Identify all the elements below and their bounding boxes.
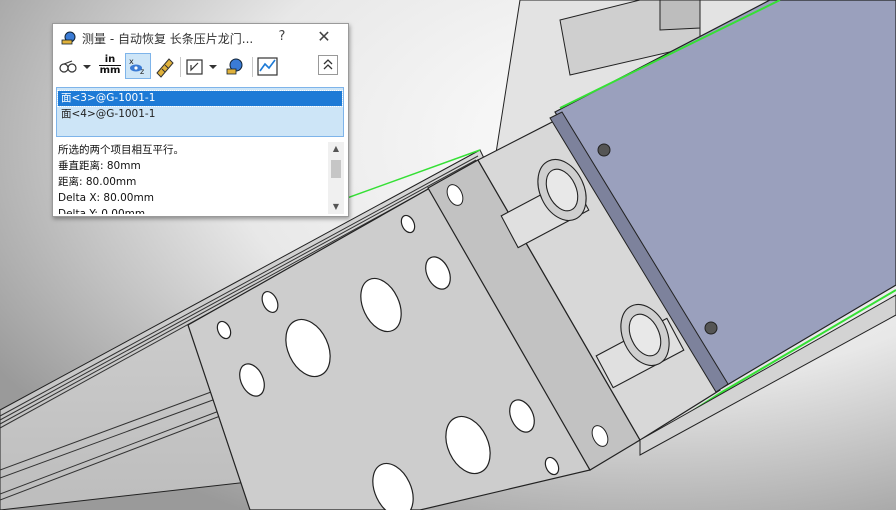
top-block-side [659,0,701,31]
measure-tool-icon [61,30,77,46]
point-to-point-icon[interactable] [154,53,176,79]
selection-item[interactable]: 面<3>@G-1001-1 [57,90,343,107]
result-line: 距离: 80.00mm [58,176,137,188]
toolbar-separator [180,57,181,77]
chevron-down-icon[interactable] [81,53,93,79]
projection-on-icon[interactable] [184,53,206,79]
measure-toolbar: in mm xz [53,53,348,83]
results-scrollbar[interactable]: ▲ ▼ [328,142,344,214]
measure-dialog[interactable]: 测量 - 自动恢复 长条压片龙门... ? ✕ in mm xz 面<3>@G-… [52,23,349,217]
help-button[interactable]: ? [275,29,289,47]
arc-circle-measure-icon[interactable] [57,53,79,79]
create-sensor-icon[interactable] [256,53,280,79]
cover-screw-top [597,143,611,157]
measurement-history-icon[interactable] [224,53,246,79]
cover-screw-bottom [704,321,718,335]
scroll-down-icon[interactable]: ▼ [328,200,344,214]
selection-list[interactable]: 面<3>@G-1001-1 面<4>@G-1001-1 [56,87,344,137]
result-line: 所选的两个项目相互平行。 [58,144,184,156]
chevron-down-icon[interactable] [207,53,219,79]
svg-text:x: x [129,57,134,66]
measurement-results: 所选的两个项目相互平行。 垂直距离: 80mm 距离: 80.00mm Delt… [56,142,328,214]
dialog-titlebar[interactable]: 测量 - 自动恢复 长条压片龙门... ? ✕ [53,24,348,52]
scroll-up-icon[interactable]: ▲ [328,142,344,156]
result-line: Delta X: 80.00mm [58,192,154,204]
units-label-in: in [104,54,116,65]
units-precision-icon[interactable]: in mm [99,53,121,79]
scroll-thumb[interactable] [331,160,341,178]
units-label-mm: mm [99,65,121,76]
toolbar-separator [252,57,253,77]
close-button[interactable]: ✕ [315,28,333,46]
dialog-title: 测量 - 自动恢复 长条压片龙门... [82,32,254,46]
result-line: Delta Y: 0.00mm [58,208,146,214]
result-line: 垂直距离: 80mm [58,160,141,172]
show-xyz-measurements-icon[interactable]: xz [125,53,151,79]
collapse-dialog-icon[interactable] [318,55,338,75]
selection-item[interactable]: 面<4>@G-1001-1 [58,107,342,122]
